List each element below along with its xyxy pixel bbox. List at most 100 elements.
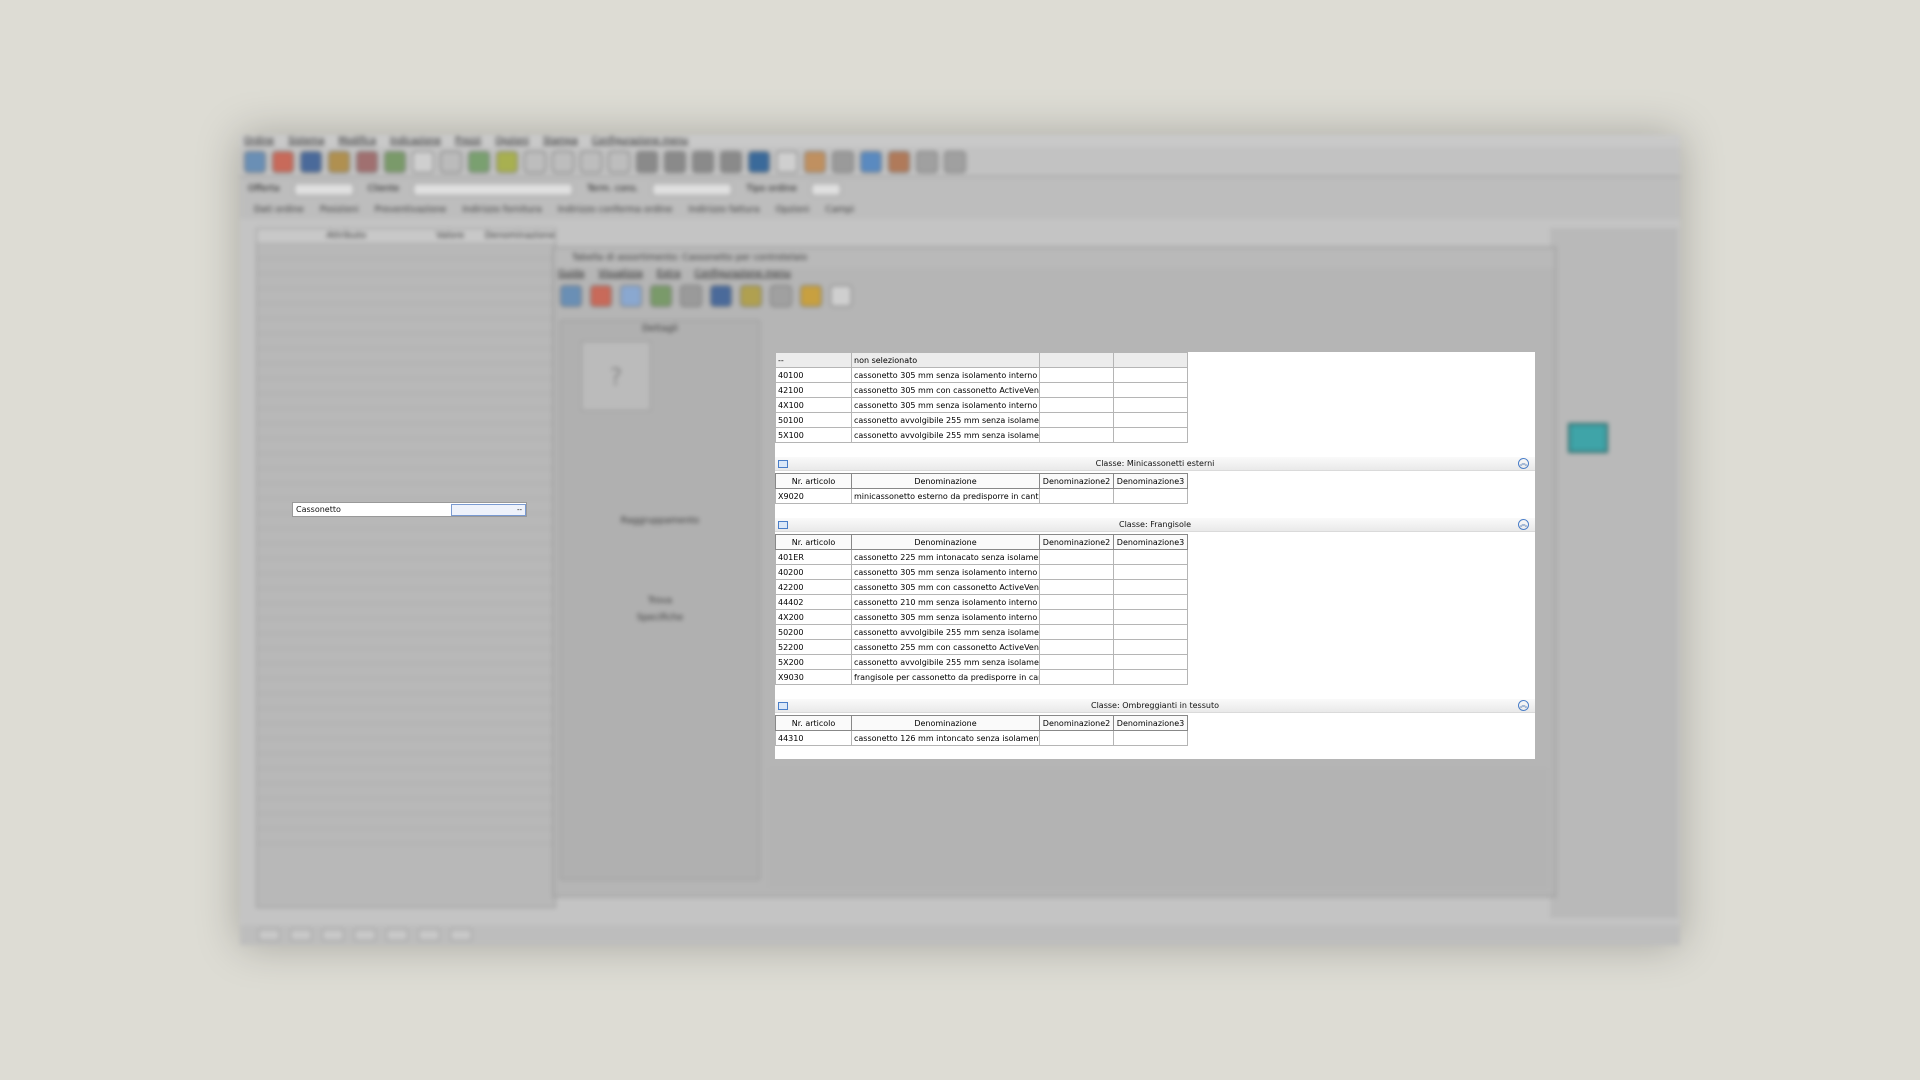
menu-item[interactable]: Indicazione — [390, 136, 441, 146]
report-icon[interactable] — [692, 150, 714, 173]
cassonetto-attribute-row[interactable]: Cassonetto -- — [292, 502, 527, 517]
class-header-minicassonetti-esterni[interactable]: Classe: Minicassonetti esterni ︽ — [775, 457, 1535, 471]
help-icon[interactable] — [244, 150, 266, 173]
tree-row[interactable] — [257, 679, 555, 694]
cassonetto-value-field[interactable]: -- — [451, 504, 526, 516]
tree-row[interactable] — [257, 724, 555, 739]
attribute-tree[interactable]: Attributo Valore Denominazione — [256, 228, 556, 908]
globe-icon[interactable] — [748, 150, 770, 173]
table-row[interactable]: 401ER cassonetto 225 mm intonacato senza… — [775, 549, 1188, 565]
tree-icon[interactable] — [468, 150, 490, 173]
tree-row[interactable] — [257, 709, 555, 724]
tree-row[interactable] — [257, 769, 555, 784]
tree-row[interactable] — [257, 304, 555, 319]
tree-row[interactable] — [257, 694, 555, 709]
save-icon[interactable] — [710, 285, 732, 307]
bottom-tab[interactable] — [354, 929, 376, 941]
import-icon[interactable] — [740, 285, 762, 307]
bottom-tab[interactable] — [258, 929, 280, 941]
document-icon[interactable] — [830, 285, 852, 307]
tree-row[interactable] — [257, 244, 555, 259]
tree-row[interactable] — [257, 454, 555, 469]
report2-icon[interactable] — [720, 150, 742, 173]
tab-opzioni[interactable]: Opzioni — [776, 205, 810, 215]
delivery-term-field[interactable] — [652, 182, 733, 196]
tree-row[interactable] — [257, 754, 555, 769]
tree-row[interactable] — [257, 649, 555, 664]
table-row[interactable]: X9020 minicassonetto esterno da predispo… — [775, 488, 1188, 504]
column-header[interactable]: Denominazione — [851, 534, 1040, 550]
collapse-icon[interactable]: ︽ — [1518, 519, 1529, 530]
menu-item[interactable]: Stampa — [543, 136, 578, 146]
star-icon[interactable] — [800, 285, 822, 307]
info-icon[interactable] — [832, 150, 854, 173]
table-row[interactable]: 42200 cassonetto 305 mm con cassonetto A… — [775, 579, 1188, 595]
table-row[interactable]: 5X200 cassonetto avvolgibile 255 mm senz… — [775, 654, 1188, 670]
table-row[interactable]: 44310 cassonetto 126 mm intoncato senza … — [775, 730, 1188, 746]
tree-row[interactable] — [257, 484, 555, 499]
search-button[interactable]: Trova — [561, 596, 759, 606]
table-row[interactable]: 4X100 cassonetto 305 mm senza isolamento… — [775, 397, 1188, 413]
edit-icon[interactable] — [496, 150, 518, 173]
tab-indirizzo-conferma[interactable]: Indirizzo conferma ordine — [558, 205, 673, 215]
class-header-frangisole[interactable]: Classe: Frangisole ︽ — [775, 518, 1535, 532]
tab-campi[interactable]: Campi — [825, 205, 854, 215]
dialog-menu-item[interactable]: Extra — [657, 269, 681, 279]
bottom-tab[interactable] — [386, 929, 408, 941]
menu-item[interactable]: Configurazione menu — [592, 136, 688, 146]
move-icon[interactable] — [580, 150, 602, 173]
column-header[interactable]: Denominazione2 — [1039, 715, 1114, 731]
bottom-tab[interactable] — [290, 929, 312, 941]
tree-row[interactable] — [257, 589, 555, 604]
menu-item[interactable]: Ordine — [244, 136, 274, 146]
class-header-ombreggianti-tessuto[interactable]: Classe: Ombreggianti in tessuto ︽ — [775, 699, 1535, 713]
column-header[interactable]: Denominazione3 — [1113, 715, 1188, 731]
table-row[interactable]: X9030 frangisole per cassonetto da predi… — [775, 669, 1188, 685]
column-header[interactable]: Denominazione — [851, 473, 1040, 489]
menu-item[interactable]: Modifica — [338, 136, 376, 146]
column-header[interactable]: Nr. articolo — [775, 473, 852, 489]
menu-item[interactable]: Sistema — [288, 136, 324, 146]
tree-row[interactable] — [257, 529, 555, 544]
collapse-icon[interactable]: ︽ — [1518, 458, 1529, 469]
bottom-tab[interactable] — [322, 929, 344, 941]
print-icon[interactable] — [328, 150, 350, 173]
column-header[interactable]: Denominazione3 — [1113, 534, 1188, 550]
bottom-tab[interactable] — [418, 929, 440, 941]
dialog-menu-item[interactable]: Configurazione menu — [695, 269, 791, 279]
menu-item[interactable]: Opzioni — [495, 136, 529, 146]
dialog-menu-item[interactable]: Visualizza — [598, 269, 642, 279]
tree-row[interactable] — [257, 319, 555, 334]
chart-icon[interactable] — [804, 150, 826, 173]
tree-row[interactable] — [257, 394, 555, 409]
tree-row[interactable] — [257, 409, 555, 424]
tab-indirizzo-fattura[interactable]: Indirizzo fattura — [688, 205, 759, 215]
table-row[interactable]: 44402 cassonetto 210 mm senza isolamento… — [775, 594, 1188, 610]
tree-row[interactable] — [257, 559, 555, 574]
refresh-icon[interactable] — [384, 150, 406, 173]
offer-field[interactable] — [293, 182, 354, 196]
column-header[interactable]: Denominazione3 — [1113, 473, 1188, 489]
collapse-icon[interactable]: ︽ — [1518, 700, 1529, 711]
table-row[interactable]: 52200 cassonetto 255 mm con cassonetto A… — [775, 639, 1188, 655]
calculator-icon[interactable] — [636, 150, 658, 173]
tree-row[interactable] — [257, 274, 555, 289]
tree-row[interactable] — [257, 364, 555, 379]
tree-row[interactable] — [257, 544, 555, 559]
tree-row[interactable] — [257, 349, 555, 364]
cut-icon[interactable] — [524, 150, 546, 173]
users-icon[interactable] — [356, 150, 378, 173]
tree-row[interactable] — [257, 664, 555, 679]
tree-row[interactable] — [257, 424, 555, 439]
tree-row[interactable] — [257, 439, 555, 454]
table-row[interactable]: 40100 cassonetto 305 mm senza isolamento… — [775, 367, 1188, 383]
document-icon[interactable] — [412, 150, 434, 173]
table-row[interactable]: 42100 cassonetto 305 mm con cassonetto A… — [775, 382, 1188, 398]
tab-indirizzo-fornitura[interactable]: Indirizzo fornitura — [462, 205, 541, 215]
tree-row[interactable] — [257, 739, 555, 754]
tab-posizioni[interactable]: Posizioni — [320, 205, 359, 215]
table-row[interactable]: 5X100 cassonetto avvolgibile 255 mm senz… — [775, 427, 1188, 443]
customer-field[interactable] — [413, 182, 574, 196]
specs-button[interactable]: Specifiche — [561, 613, 759, 623]
tree-row[interactable] — [257, 379, 555, 394]
